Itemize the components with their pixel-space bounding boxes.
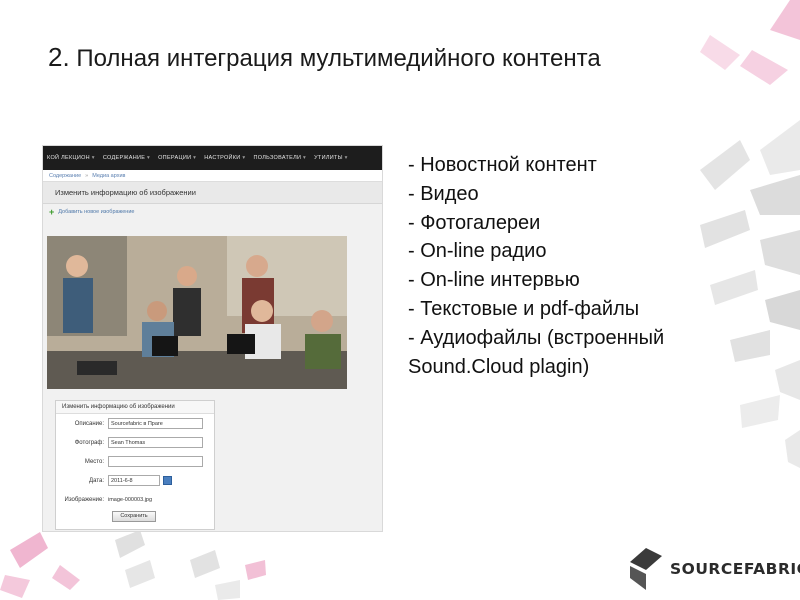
sourcefabric-logo: SOURCEFABRIC: [628, 548, 800, 590]
form-title: Изменить информацию об изображении: [56, 401, 214, 414]
list-item: - Видео: [408, 182, 479, 205]
plus-icon: +: [49, 207, 55, 217]
image-info-form: Изменить информацию об изображении Описа…: [55, 400, 215, 530]
add-image-link[interactable]: + Добавить новое изображение: [43, 204, 382, 220]
list-item: - On-line радио: [408, 240, 547, 263]
list-item: - Фотогалереи: [408, 211, 541, 234]
field-label: Описание:: [74, 420, 104, 427]
nav-item[interactable]: НАСТРОЙКИ: [204, 155, 245, 161]
field-label: Дата:: [89, 477, 104, 484]
form-row-date: Дата: 2011-6-8: [56, 471, 214, 490]
cms-top-nav: КОЙ ЛЕКЦИОН СОДЕРЖАНИЕ ОПЕРАЦИИ НАСТРОЙК…: [43, 146, 382, 170]
field-label: Место:: [84, 458, 104, 465]
list-item: Sound.Cloud plagin): [408, 355, 590, 378]
decorative-chevrons-bottom: [0, 530, 266, 600]
slide-title-number: 2.: [48, 42, 70, 72]
form-row-description: Описание: Sourcefabric в Праге: [56, 414, 214, 433]
form-row-place: Место:: [56, 452, 214, 471]
list-item: - Текстовые и pdf-файлы: [408, 297, 640, 320]
save-button[interactable]: Сохранить: [112, 511, 156, 522]
list-item: - On-line интервью: [408, 269, 580, 292]
feature-list: - Новостной контент - Видео - Фотогалере…: [408, 151, 748, 381]
calendar-icon[interactable]: [163, 476, 172, 485]
image-filename: image-000003.jpg: [108, 496, 153, 503]
add-image-label: Добавить новое изображение: [58, 209, 135, 215]
breadcrumb-separator: »: [85, 172, 89, 179]
nav-item[interactable]: СОДЕРЖАНИЕ: [103, 155, 150, 161]
field-label: Фотограф:: [74, 439, 104, 446]
nav-item[interactable]: ОПЕРАЦИИ: [158, 155, 196, 161]
sourcefabric-logo-icon: [630, 548, 662, 590]
place-input[interactable]: [108, 456, 203, 467]
slide-title: 2. Полная интеграция мультимедийного кон…: [48, 42, 601, 73]
breadcrumb: Содержание » Медиа архив: [43, 170, 382, 182]
nav-item[interactable]: УТИЛИТЫ: [314, 155, 348, 161]
cms-page-heading: Изменить информацию об изображении: [43, 182, 382, 204]
list-item: - Новостной контент: [408, 154, 597, 176]
cms-page-heading-text: Изменить информацию об изображении: [55, 188, 196, 197]
nav-item[interactable]: КОЙ ЛЕКЦИОН: [47, 155, 95, 161]
breadcrumb-item[interactable]: Медиа архив: [92, 173, 125, 179]
breadcrumb-item[interactable]: Содержание: [49, 173, 81, 179]
nav-item[interactable]: ПОЛЬЗОВАТЕЛИ: [253, 155, 306, 161]
logo-text: SOURCEFABRIC: [670, 560, 800, 578]
date-input[interactable]: 2011-6-8: [108, 475, 160, 486]
field-label: Изображение:: [64, 496, 104, 503]
form-row-image: Изображение: image-000003.jpg: [56, 490, 214, 509]
photographer-input[interactable]: Sean Thomas: [108, 437, 203, 448]
group-photo: [47, 236, 347, 389]
slide-title-text: Полная интеграция мультимедийного контен…: [76, 45, 601, 72]
list-item: - Аудиофайлы (встроенный: [408, 326, 665, 349]
form-row-photographer: Фотограф: Sean Thomas: [56, 433, 214, 452]
cms-screenshot: КОЙ ЛЕКЦИОН СОДЕРЖАНИЕ ОПЕРАЦИИ НАСТРОЙК…: [42, 145, 383, 532]
description-input[interactable]: Sourcefabric в Праге: [108, 418, 203, 429]
